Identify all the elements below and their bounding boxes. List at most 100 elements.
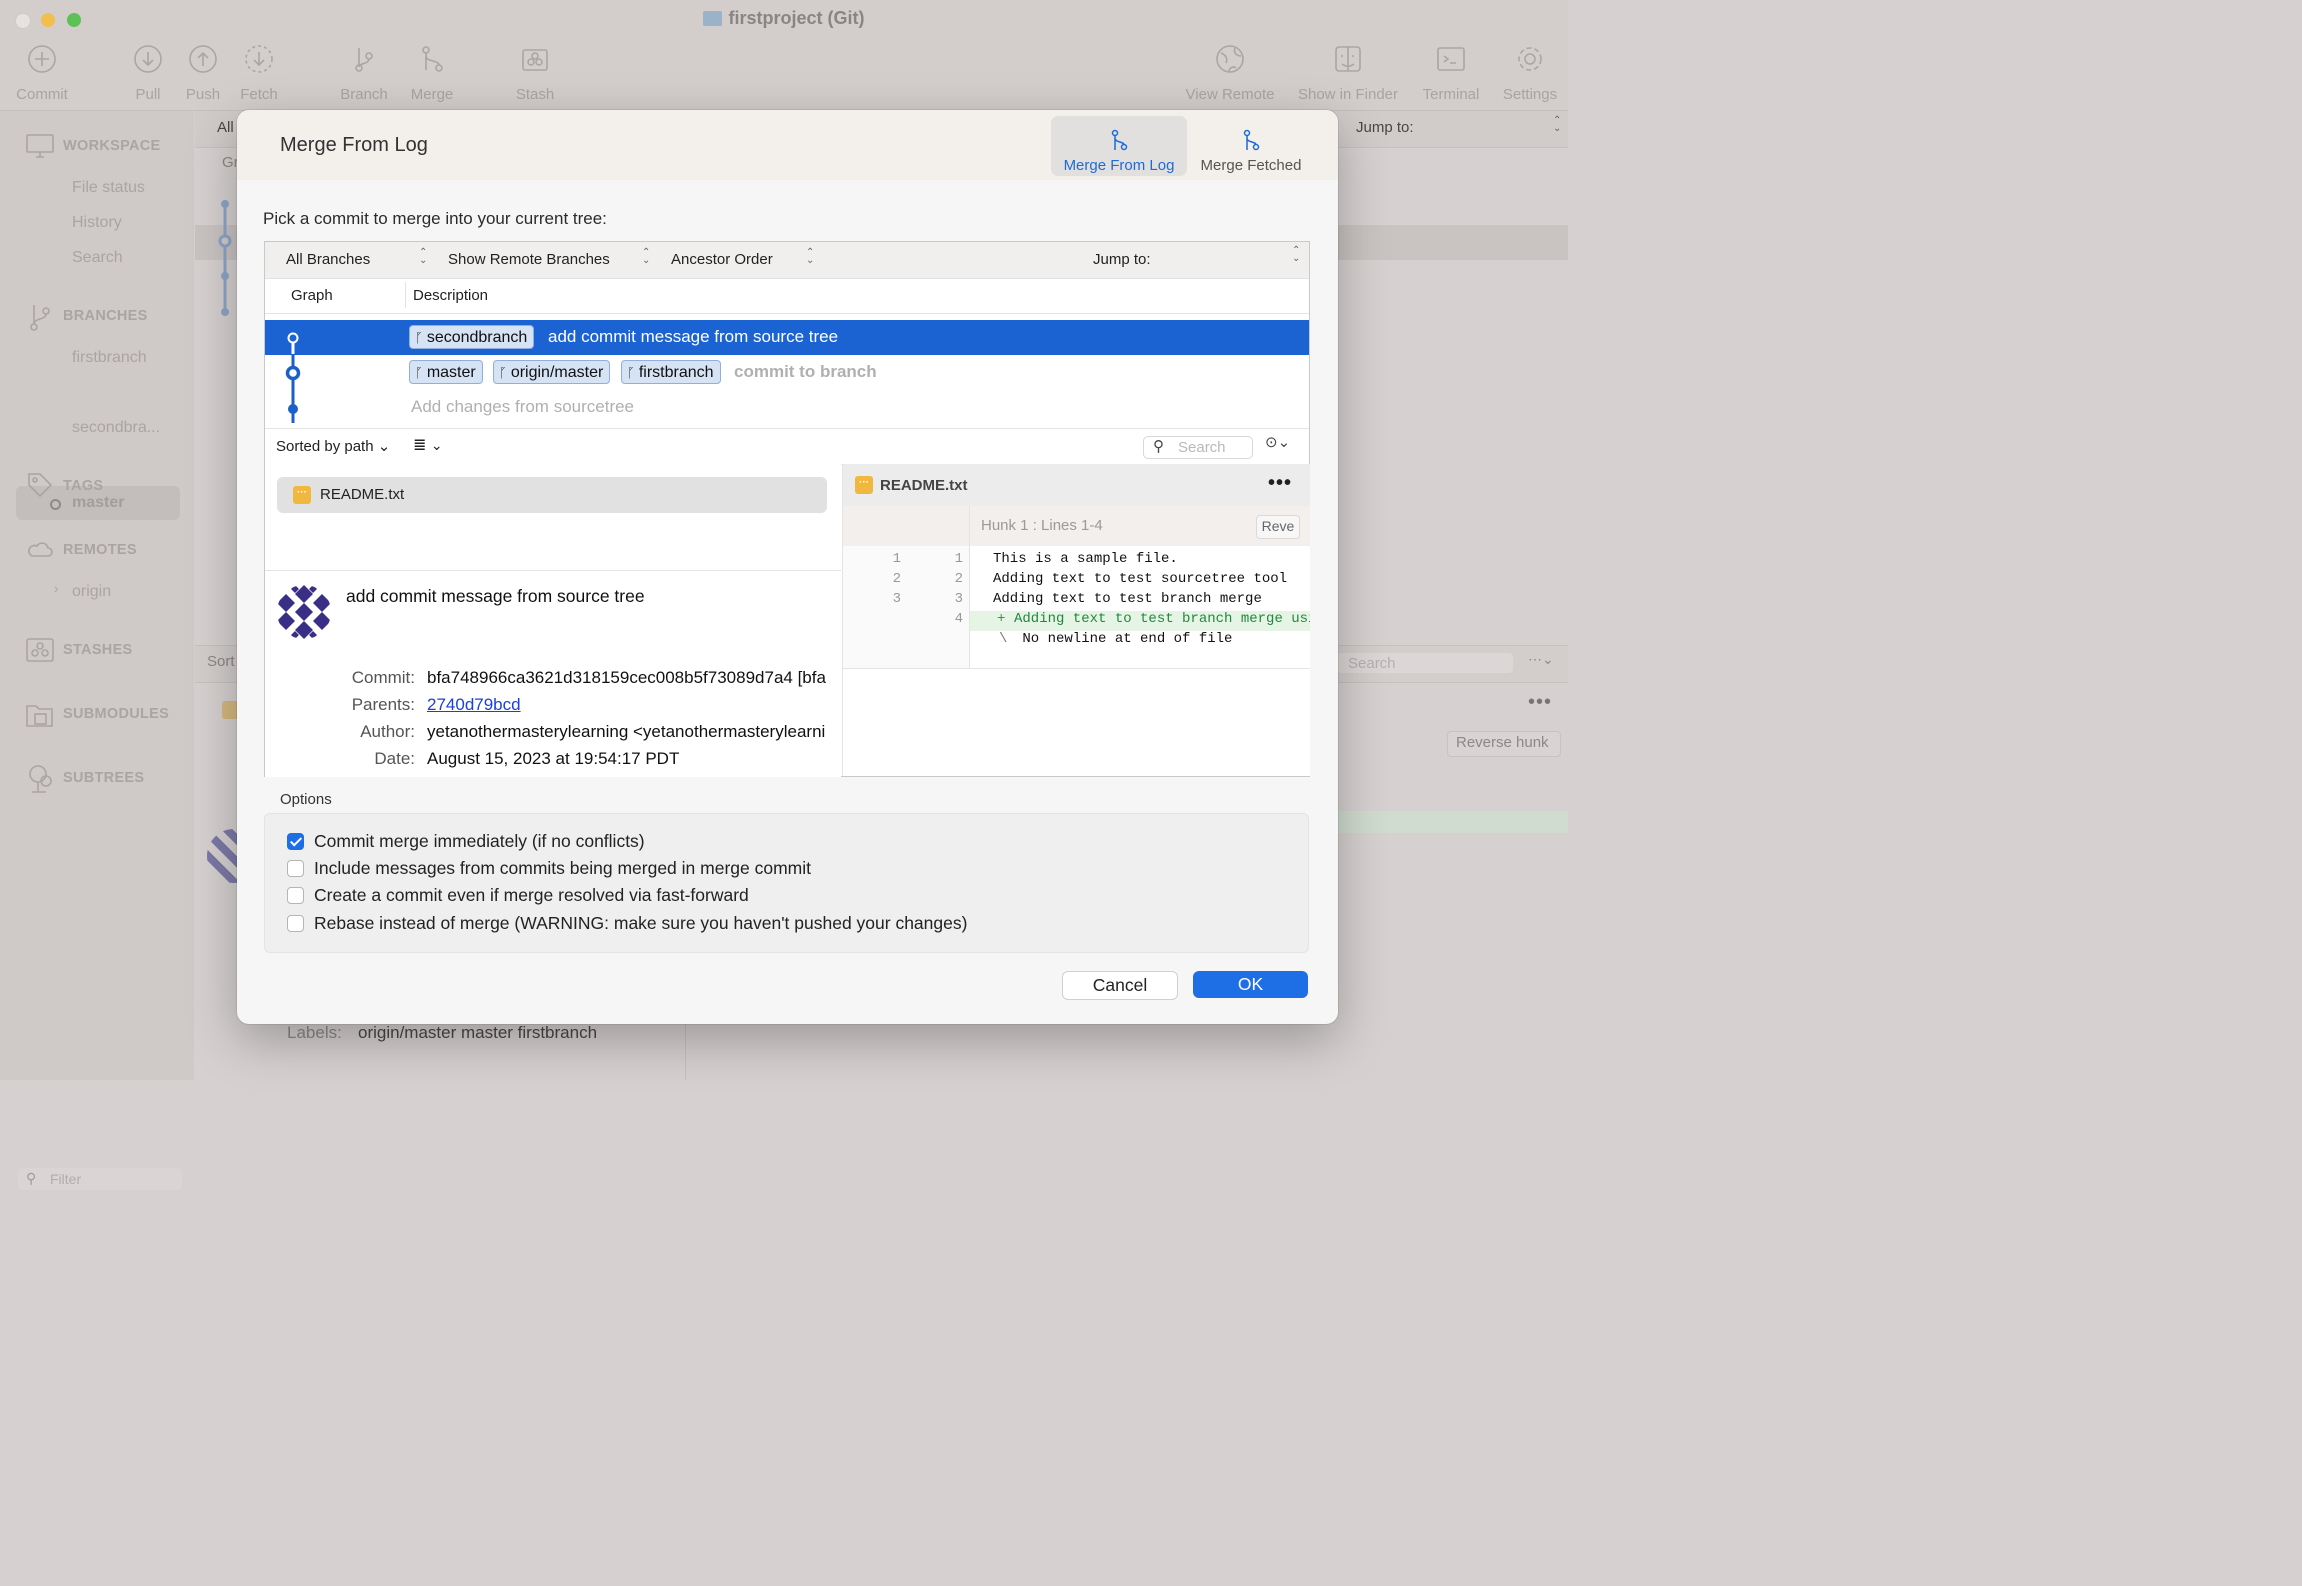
reverse-hunk-button[interactable]: Reve — [1256, 515, 1300, 539]
file-search-input[interactable]: ⚲ Search — [1143, 436, 1253, 459]
sidebar-item-firstbranch[interactable]: firstbranch — [72, 349, 147, 367]
window-title-text: firstproject (Git) — [728, 8, 865, 28]
fetch-button[interactable]: Fetch — [236, 44, 282, 103]
current-branch-icon — [50, 499, 61, 510]
tab-merge-fetched[interactable]: Merge Fetched — [1192, 116, 1310, 176]
list-view-menu[interactable]: ≣ ⌄ — [413, 435, 443, 455]
sort-dropdown[interactable]: Sorted by path ⌄ — [276, 437, 390, 455]
show-in-finder-label: Show in Finder — [1297, 86, 1399, 103]
checkbox[interactable] — [287, 915, 304, 932]
checkbox[interactable] — [287, 887, 304, 904]
bg-more-icon: ⋯⌄ — [1528, 651, 1554, 667]
description-column-header[interactable]: Description — [413, 287, 488, 304]
ok-label: OK — [1237, 974, 1264, 994]
stash-button[interactable]: Stash — [510, 44, 560, 103]
dialog-title: Merge From Log — [280, 134, 428, 156]
ellipsis-icon[interactable]: ••• — [1268, 472, 1292, 495]
parent-commit-link[interactable]: 2740d79bcd — [427, 695, 521, 715]
diff-pane: ··· README.txt ••• Hunk 1 : Lines 1-4 Re… — [842, 464, 1310, 776]
graph-column-header[interactable]: Graph — [291, 287, 333, 304]
option-label: Include messages from commits being merg… — [314, 858, 811, 878]
window-toolbar: firstproject (Git) Commit Pull Push Fetc… — [0, 0, 1568, 111]
column-header: Graph Description — [265, 279, 1309, 314]
commit-hash: bfa748966ca3621d318159cec008b5f73089d7a4… — [427, 668, 826, 687]
diff-code: Adding text to test branch merge — [993, 591, 1262, 607]
old-line-number: 3 — [892, 591, 901, 607]
branch-tag: ᚵ secondbranch — [409, 325, 535, 349]
merge-label: Merge — [410, 86, 454, 103]
sidebar-section-branches: BRANCHES — [63, 308, 148, 324]
bg-search: Search — [1348, 655, 1396, 672]
sidebar-item-history[interactable]: History — [72, 214, 122, 232]
checkbox[interactable] — [287, 860, 304, 877]
branch-button[interactable]: Branch — [338, 44, 390, 103]
bg-reverse-hunk: Reverse hunk — [1456, 734, 1549, 751]
sidebar-section-submodules: SUBMODULES — [63, 706, 170, 722]
push-button[interactable]: Push — [180, 44, 226, 103]
diff-header: ··· README.txt ••• — [843, 464, 1310, 506]
sidebar-item-secondbranch[interactable]: secondbra... — [72, 419, 160, 437]
commit-row[interactable]: Add changes from sourcetree — [265, 390, 1309, 425]
pull-button[interactable]: Pull — [125, 44, 171, 103]
updown-icon: ⌃ ⌄ — [642, 247, 651, 266]
order-select[interactable]: Ancestor Order — [671, 251, 773, 268]
branch-tag: ᚵ master — [409, 360, 483, 384]
option-include-messages[interactable]: Include messages from commits being merg… — [287, 858, 811, 879]
sidebar-section-stashes: STASHES — [63, 642, 133, 658]
tab-merge-from-log[interactable]: Merge From Log — [1051, 116, 1187, 176]
option-rebase[interactable]: Rebase instead of merge (WARNING: make s… — [287, 913, 967, 934]
modified-file-icon: ··· — [293, 486, 311, 504]
stash-label: Stash — [515, 86, 555, 103]
option-commit-immediately[interactable]: Commit merge immediately (if no conflict… — [287, 831, 645, 852]
option-label: Commit merge immediately (if no conflict… — [314, 831, 645, 851]
option-create-commit-fast-forward[interactable]: Create a commit even if merge resolved v… — [287, 885, 749, 906]
branches-filter-select[interactable]: All Branches — [286, 251, 370, 268]
chevron-right-icon[interactable]: › — [54, 581, 58, 596]
commit-row[interactable]: ᚵ secondbranch add commit message from so… — [265, 320, 1309, 355]
sidebar-item-file-status[interactable]: File status — [72, 179, 145, 197]
remote-branches-select[interactable]: Show Remote Branches — [448, 251, 610, 268]
sidebar-section-subtrees: SUBTREES — [63, 770, 145, 786]
cancel-button[interactable]: Cancel — [1062, 971, 1178, 1000]
file-list-item[interactable]: ··· README.txt — [277, 477, 827, 513]
diff-file-name: README.txt — [880, 477, 968, 494]
terminal-label: Terminal — [1422, 86, 1480, 103]
reverse-hunk-label: Reve — [1261, 518, 1295, 534]
sidebar-item-origin[interactable]: origin — [72, 583, 111, 601]
view-remote-label: View Remote — [1185, 86, 1275, 103]
tab-merge-fetched-label: Merge Fetched — [1200, 157, 1302, 174]
filter-bar: All Branches ⌃ ⌄ Show Remote Branches ⌃ ⌄ … — [265, 242, 1309, 279]
view-remote-button[interactable]: View Remote — [1180, 44, 1280, 103]
hunk-header: Hunk 1 : Lines 1-4 Reve — [843, 506, 1310, 546]
show-in-finder-button[interactable]: Show in Finder — [1292, 44, 1404, 103]
stash-icon — [26, 637, 54, 662]
checkbox-checked[interactable] — [287, 833, 304, 850]
fetch-label: Fetch — [240, 86, 278, 103]
terminal-button[interactable]: Terminal — [1416, 44, 1486, 103]
settings-button[interactable]: Settings — [1497, 44, 1563, 103]
commit-row[interactable]: ᚵ master ᚵ origin/master ᚵ firstbranch comm… — [265, 355, 1309, 390]
diff-line: 2 2 Adding text to test sourcetree tool — [843, 571, 1310, 591]
new-line-number: 2 — [954, 571, 963, 587]
diff-mark: + — [997, 611, 1006, 627]
sidebar-item-search[interactable]: Search — [72, 249, 123, 267]
settings-label: Settings — [1502, 86, 1558, 103]
merge-button[interactable]: Merge — [405, 44, 459, 103]
merge-icon — [422, 46, 443, 72]
commit-button[interactable]: Commit — [10, 44, 74, 103]
sidebar-filter-input[interactable]: ⚲ Filter — [18, 1168, 182, 1190]
branch-icon: ᚵ — [415, 330, 423, 345]
updown-icon: ⌃ ⌄ — [1292, 245, 1301, 264]
modified-file-icon: ··· — [855, 476, 873, 494]
old-line-number: 1 — [892, 551, 901, 567]
stash-icon — [522, 49, 548, 71]
more-options-icon[interactable]: ⊙⌄ — [1265, 433, 1290, 451]
bg-jump-to: Jump to: — [1356, 119, 1414, 136]
jump-to-select[interactable]: Jump to: — [1093, 251, 1151, 268]
sidebar-section-workspace: WORKSPACE — [63, 138, 161, 154]
monitor-icon — [26, 133, 54, 158]
ok-button[interactable]: OK — [1193, 971, 1308, 998]
filter-placeholder: Filter — [50, 1171, 82, 1187]
date-value: August 15, 2023 at 19:54:17 PDT — [427, 749, 680, 768]
finder-icon — [1335, 46, 1361, 72]
